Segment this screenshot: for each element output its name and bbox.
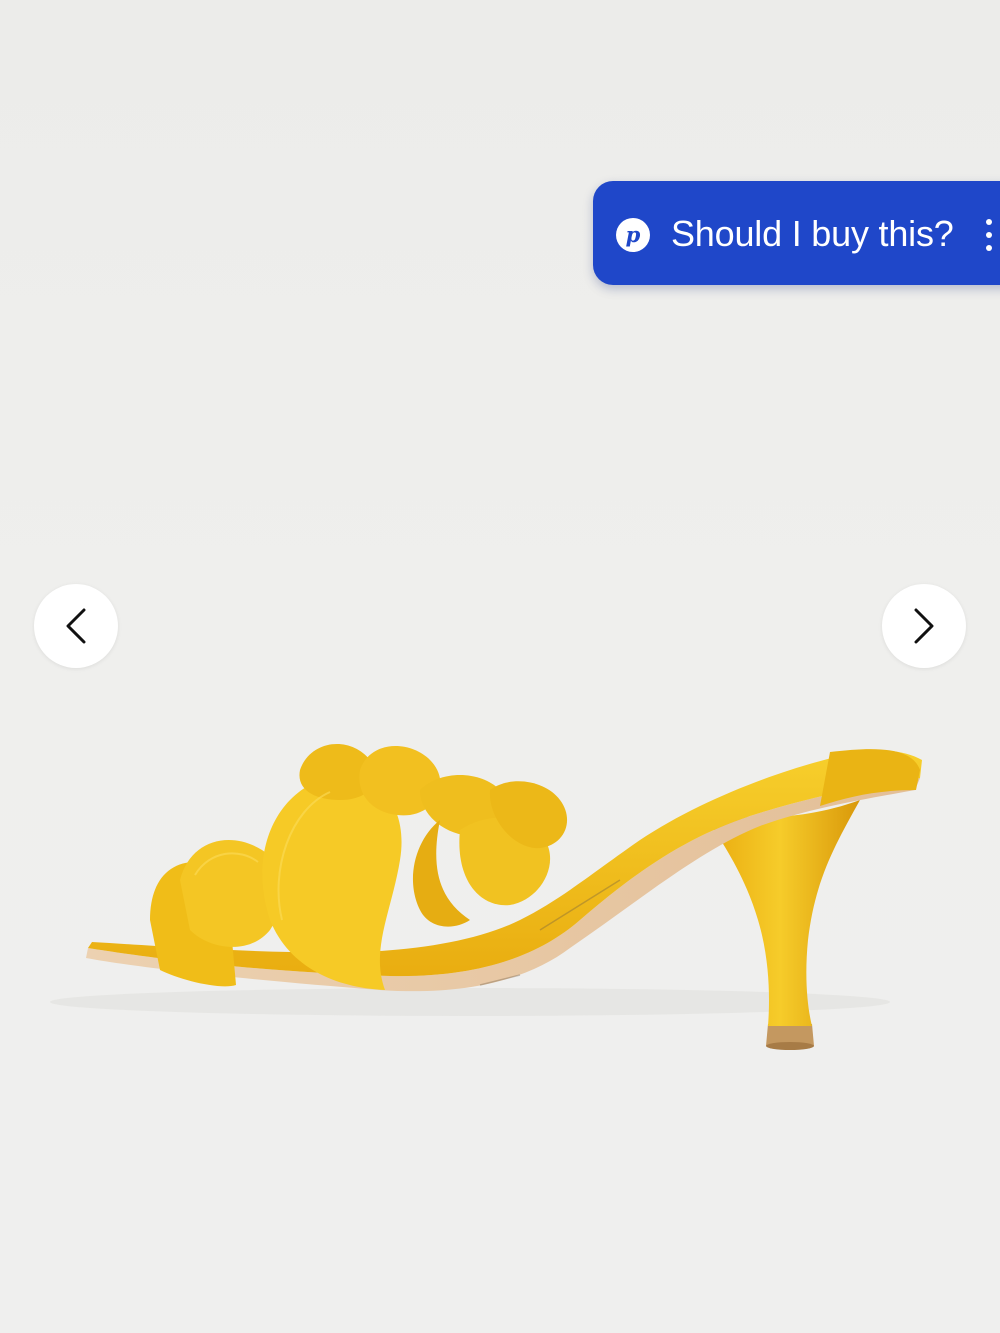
chevron-left-icon — [66, 608, 86, 644]
chevron-right-icon — [914, 608, 934, 644]
previous-image-button[interactable] — [34, 584, 118, 668]
should-i-buy-label: Should I buy this? — [671, 213, 954, 254]
assistant-logo-icon: p — [616, 218, 650, 252]
next-image-button[interactable] — [882, 584, 966, 668]
assistant-logo-letter: p — [625, 222, 641, 247]
sandal-shadow — [50, 988, 890, 1016]
vertical-ellipsis-icon[interactable] — [984, 218, 994, 252]
should-i-buy-button[interactable]: p Should I buy this? — [593, 181, 1000, 285]
product-image-viewer: p Should I buy this? — [0, 0, 1000, 1333]
